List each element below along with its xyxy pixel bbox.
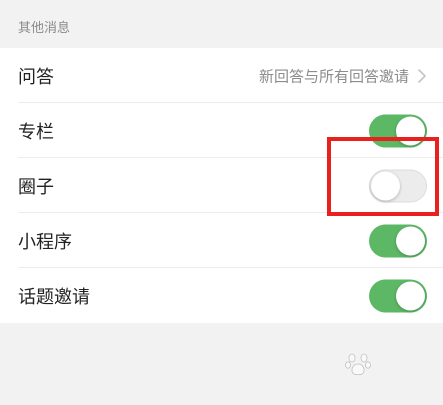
row-topic-invite-label: 话题邀请 bbox=[18, 286, 90, 308]
row-qa[interactable]: 问答 新回答与所有回答邀请 bbox=[0, 48, 443, 103]
row-topic-invite: 话题邀请 bbox=[0, 268, 443, 323]
row-circle-label: 圈子 bbox=[18, 176, 54, 198]
mini-program-toggle[interactable] bbox=[369, 224, 427, 257]
topic-invite-toggle[interactable] bbox=[369, 279, 427, 312]
chevron-right-icon bbox=[418, 68, 426, 83]
section-title: 其他消息 bbox=[18, 21, 71, 36]
highlight-annotation-box bbox=[327, 137, 439, 216]
row-qa-value: 新回答与所有回答邀请 bbox=[258, 67, 409, 85]
paw-icon bbox=[345, 353, 371, 376]
section-header: 其他消息 bbox=[0, 0, 443, 48]
watermark-logo bbox=[309, 353, 431, 397]
row-mini-program-label: 小程序 bbox=[18, 231, 72, 253]
row-qa-label: 问答 bbox=[18, 66, 54, 88]
row-mini-program: 小程序 bbox=[0, 213, 443, 268]
toggle-knob bbox=[396, 281, 425, 310]
row-column-label: 专栏 bbox=[18, 121, 54, 143]
toggle-knob bbox=[396, 226, 425, 255]
